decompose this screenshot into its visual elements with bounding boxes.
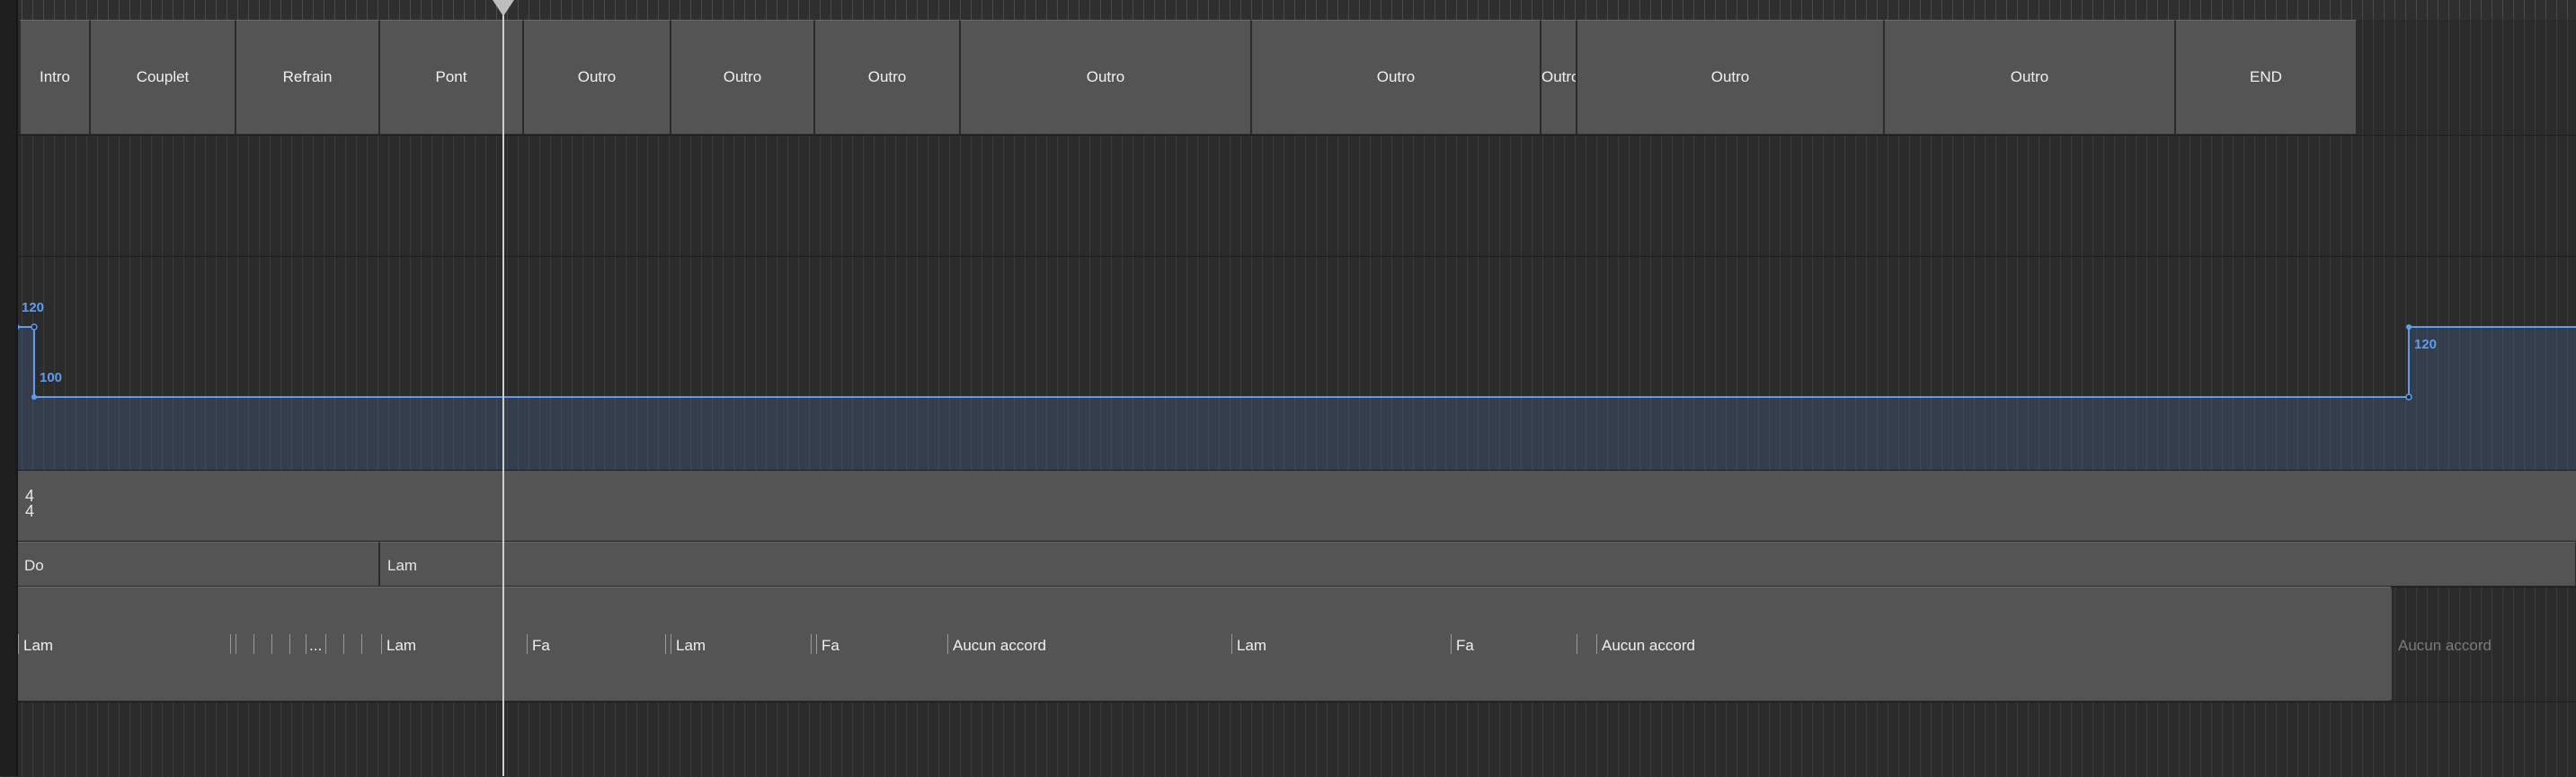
- chord-no-chord-ghost[interactable]: Aucun accord: [2398, 637, 2492, 655]
- tempo-value-start: 120: [22, 300, 45, 315]
- chord-no-chord-2[interactable]: Aucun accord: [1602, 637, 1695, 655]
- chord-marker: [665, 634, 666, 654]
- section-label: Couplet: [136, 68, 190, 85]
- section-label: END: [2250, 68, 2282, 85]
- timeline-ruler[interactable]: [0, 0, 2576, 21]
- section-outro-7[interactable]: Outro: [1577, 20, 1884, 135]
- tempo-point[interactable]: [2405, 393, 2412, 401]
- chord-marker: [947, 634, 948, 654]
- chord-marker: [811, 634, 812, 654]
- key-label: Do: [24, 557, 44, 574]
- section-outro-3[interactable]: Outro: [814, 20, 960, 135]
- chord-lam-1[interactable]: Lam: [23, 637, 53, 655]
- chord-marker: [1231, 634, 1232, 654]
- key-label: Lam: [387, 557, 418, 574]
- chord-marker: [289, 634, 290, 654]
- section-label: Outro: [2010, 68, 2049, 85]
- section-outro-1[interactable]: Outro: [523, 20, 671, 135]
- tempo-curve[interactable]: [0, 256, 2576, 470]
- section-outro-4[interactable]: Outro: [960, 20, 1251, 135]
- chord-no-chord-1[interactable]: Aucun accord: [953, 637, 1046, 655]
- section-label: Outro: [867, 68, 907, 85]
- chord-marker: [816, 634, 817, 654]
- section-outro-2[interactable]: Outro: [671, 20, 814, 135]
- section-intro[interactable]: Intro: [20, 20, 90, 135]
- section-pont[interactable]: Pont: [379, 20, 523, 135]
- section-label: Outro: [1376, 68, 1416, 85]
- time-signature[interactable]: 4 4: [25, 487, 2576, 520]
- marker-track[interactable]: [0, 135, 2576, 257]
- playhead[interactable]: [502, 0, 504, 776]
- time-signature-track[interactable]: 4 4: [0, 470, 2576, 542]
- chord-lam-3[interactable]: Lam: [676, 637, 706, 655]
- chord-marker: [18, 634, 19, 654]
- chord-marker: [1596, 634, 1597, 654]
- key-signature-lam[interactable]: Lam: [379, 542, 2576, 587]
- section-end[interactable]: END: [2175, 20, 2357, 135]
- chord-fa-2[interactable]: Fa: [822, 637, 839, 655]
- section-outro-8[interactable]: Outro: [1884, 20, 2175, 135]
- time-signature-denominator: 4: [25, 502, 35, 520]
- tempo-line: [16, 326, 2576, 398]
- section-label: Outro: [1541, 68, 1577, 85]
- tempo-value-main: 100: [40, 370, 63, 385]
- chord-marker: [361, 634, 362, 654]
- section-outro-6[interactable]: Outro: [1541, 20, 1577, 135]
- track-header-edge: [0, 0, 18, 776]
- chord-marker: [253, 634, 254, 654]
- section-unnamed[interactable]: [502, 20, 523, 135]
- chord-fa-1[interactable]: Fa: [532, 637, 550, 655]
- chord-marker: [230, 634, 231, 654]
- section-couplet[interactable]: Couplet: [90, 20, 235, 135]
- chord-marker: [271, 634, 272, 654]
- tempo-point[interactable]: [2406, 324, 2412, 330]
- tempo-point[interactable]: [31, 323, 38, 331]
- tempo-value-end: 120: [2414, 337, 2438, 352]
- chord-lam-4[interactable]: Lam: [1237, 637, 1266, 655]
- section-label: Outro: [577, 68, 617, 85]
- chord-lam-2[interactable]: Lam: [386, 637, 416, 655]
- section-label: Outro: [1086, 68, 1125, 85]
- chord-fa-3[interactable]: Fa: [1456, 637, 1474, 655]
- chord-region[interactable]: [16, 587, 2393, 702]
- chord-marker: [343, 634, 344, 654]
- tempo-point[interactable]: [31, 394, 37, 400]
- section-label: Outro: [1710, 68, 1750, 85]
- tempo-fill: [16, 327, 2576, 470]
- key-signature-do[interactable]: Do: [16, 542, 379, 587]
- time-signature-numerator: 4: [25, 487, 35, 505]
- chord-marker: [1451, 634, 1452, 654]
- empty-track[interactable]: [0, 702, 2576, 777]
- chord-marker: [235, 634, 236, 654]
- chord-marker: [527, 634, 528, 654]
- section-label: Outro: [723, 68, 762, 85]
- section-refrain[interactable]: Refrain: [235, 20, 379, 135]
- chord-ellipsis[interactable]: ...: [309, 637, 322, 655]
- section-label: Intro: [39, 68, 71, 85]
- chord-marker: [325, 634, 326, 654]
- playhead-handle-icon[interactable]: [493, 0, 514, 16]
- section-outro-5[interactable]: Outro: [1251, 20, 1541, 135]
- section-label: Refrain: [282, 68, 333, 85]
- chord-marker: [381, 634, 382, 654]
- section-label: Pont: [435, 68, 467, 85]
